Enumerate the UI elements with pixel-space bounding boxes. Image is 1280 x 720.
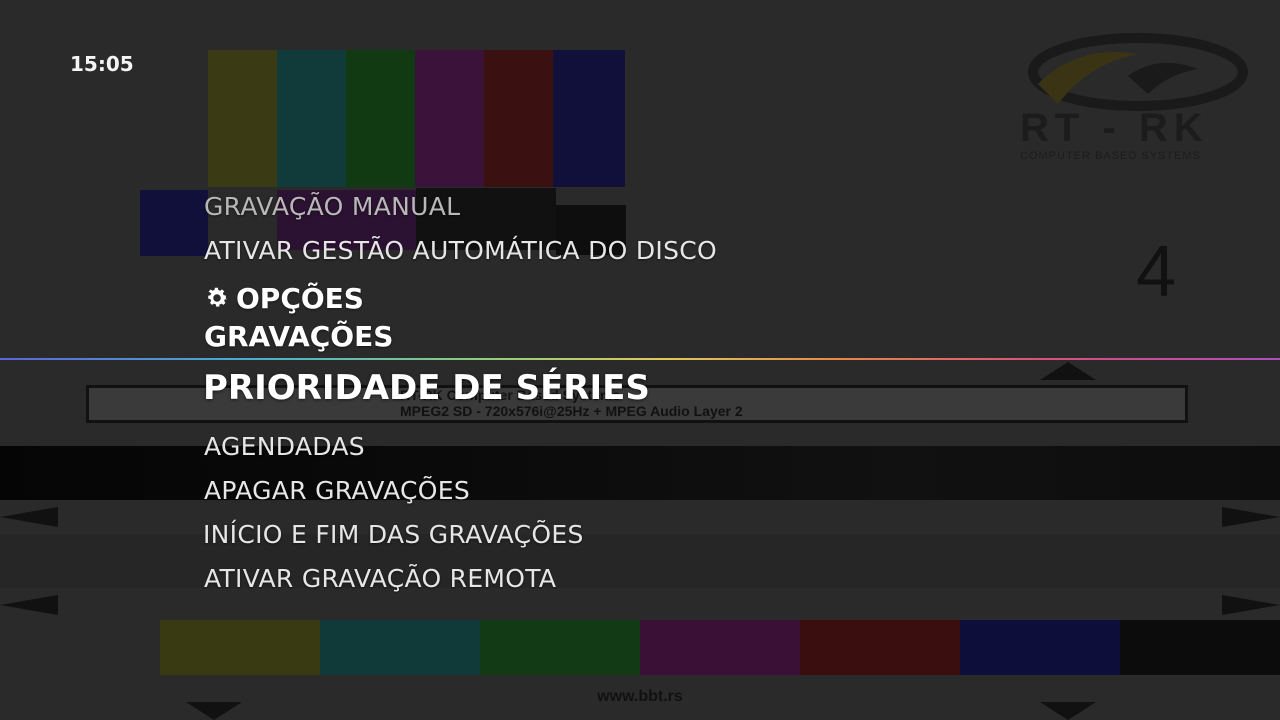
right-arrow-icon <box>1222 595 1280 615</box>
grey-band <box>0 534 1280 588</box>
section-title: OPÇÕES GRAVAÇÕES <box>204 280 393 356</box>
logo-subtitle: COMPUTER BASED SYSTEMS <box>1020 150 1201 162</box>
menu-item-manual-recording[interactable]: GRAVAÇÃO MANUAL <box>204 192 460 221</box>
menu-item-scheduled[interactable]: AGENDADAS <box>204 432 365 461</box>
right-arrow-icon <box>1222 507 1280 527</box>
tv-screen: RT - RK COMPUTER BASED SYSTEMS 4 RT-RK C… <box>0 0 1280 720</box>
section-title-line-1: OPÇÕES <box>236 282 364 315</box>
menu-item-delete-recordings[interactable]: APAGAR GRAVAÇÕES <box>204 476 470 505</box>
color-bar <box>553 50 625 187</box>
menu-item-series-priority[interactable]: PRIORIDADE DE SÉRIES <box>203 368 650 408</box>
url-text: www.bbt.rs <box>597 688 683 705</box>
logo-text: RT - RK <box>1020 106 1209 150</box>
left-arrow-icon <box>0 507 58 527</box>
color-bar <box>800 620 960 675</box>
color-bar <box>415 50 484 187</box>
test-card-background: RT - RK COMPUTER BASED SYSTEMS 4 RT-RK C… <box>0 0 1280 720</box>
down-arrow-icon <box>1040 702 1096 720</box>
down-arrow-icon <box>186 702 242 720</box>
up-arrow-icon <box>1040 362 1096 380</box>
color-bar <box>160 620 320 675</box>
color-bar <box>1120 620 1280 675</box>
section-title-line-2: GRAVAÇÕES <box>204 320 394 353</box>
menu-item-remote-recording[interactable]: ATIVAR GRAVAÇÃO REMOTA <box>204 564 556 593</box>
menu-item-recording-start-end[interactable]: INÍCIO E FIM DAS GRAVAÇÕES <box>203 520 584 549</box>
color-bar <box>320 620 480 675</box>
color-bar <box>960 620 1120 675</box>
color-bar <box>346 50 415 187</box>
channel-number: 4 <box>1136 232 1177 312</box>
menu-item-auto-disk-management[interactable]: ATIVAR GESTÃO AUTOMÁTICA DO DISCO <box>204 236 717 265</box>
gear-icon <box>208 287 228 307</box>
clock: 15:05 <box>70 52 134 76</box>
color-bar <box>484 50 553 187</box>
color-bar <box>480 620 640 675</box>
color-bar <box>640 620 800 675</box>
color-block <box>140 190 208 256</box>
black-band <box>0 446 1280 500</box>
left-arrow-icon <box>0 595 58 615</box>
focus-line <box>0 358 1280 360</box>
color-bar <box>277 50 346 187</box>
color-bar <box>208 50 277 187</box>
